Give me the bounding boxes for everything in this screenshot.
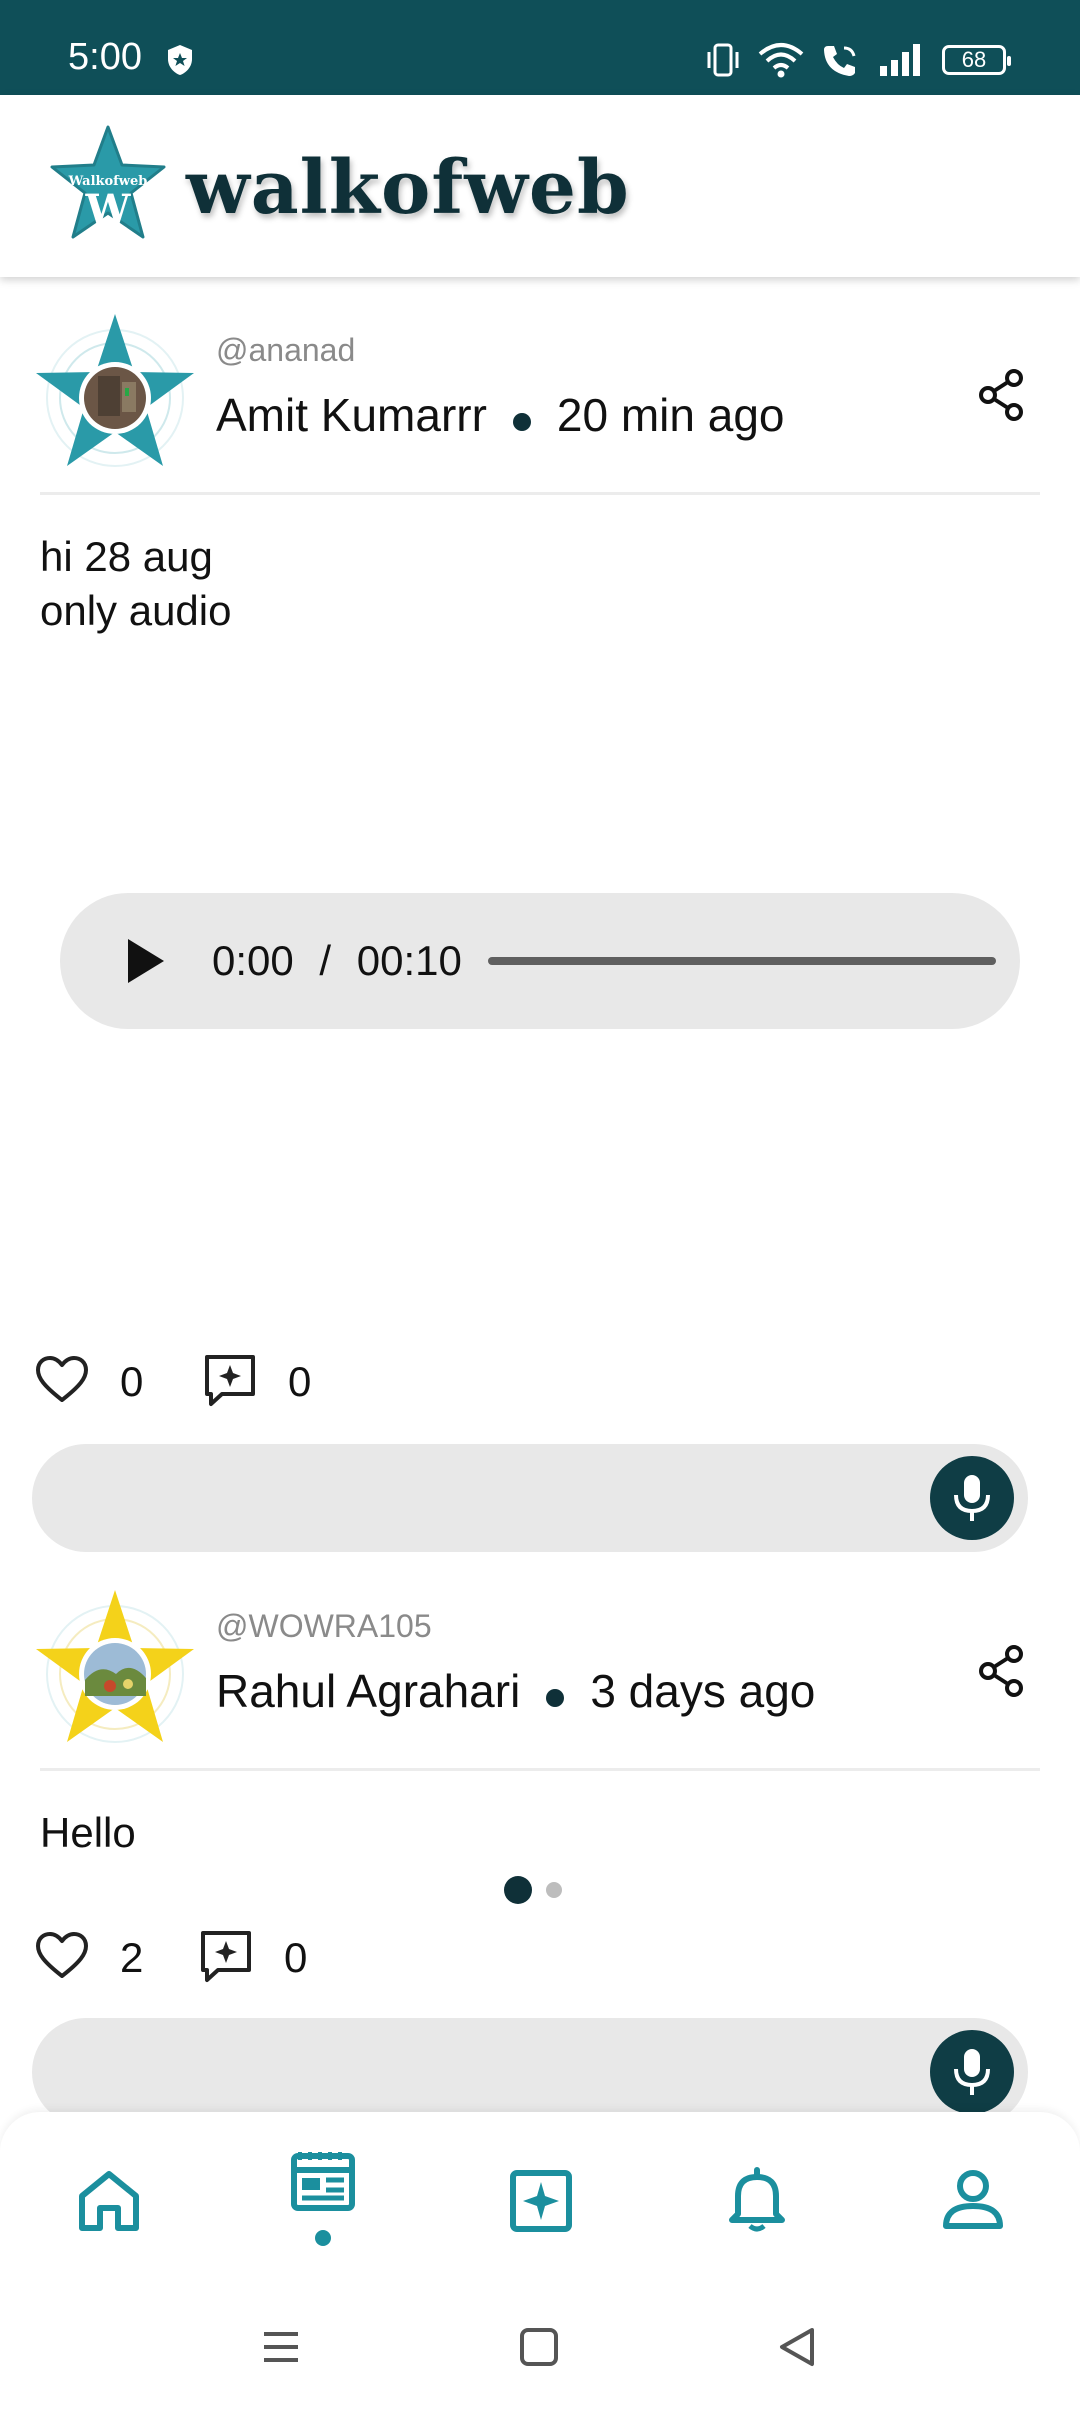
battery-icon: 68: [942, 45, 1011, 75]
home-icon[interactable]: [74, 2166, 144, 2236]
comment-input[interactable]: [32, 2018, 1028, 2126]
comment-input[interactable]: [32, 1444, 1028, 1552]
wifi-call-icon: [824, 46, 856, 76]
active-tab-indicator: [315, 2230, 331, 2246]
carousel-dot[interactable]: [546, 1882, 562, 1898]
shield-icon: [168, 45, 192, 75]
menu-icon[interactable]: [256, 2322, 306, 2372]
audio-progress-bar[interactable]: [488, 957, 996, 965]
post-text-line: Hello: [40, 1809, 136, 1856]
avatar-star[interactable]: [30, 310, 200, 475]
post-author-name[interactable]: Amit Kumarrr: [216, 388, 487, 442]
home-square-icon[interactable]: [514, 2322, 564, 2372]
battery-level: 68: [961, 47, 987, 72]
system-navigation-bar: [0, 2292, 1080, 2412]
comment-icon[interactable]: [198, 1928, 254, 1984]
audio-current-time: 0:00: [212, 937, 294, 984]
audio-separator: /: [319, 937, 332, 984]
post-handle[interactable]: @WOWRA105: [216, 1608, 432, 1645]
signal-icon: [880, 44, 920, 76]
status-time: 5:00: [68, 36, 142, 78]
play-icon[interactable]: [120, 933, 180, 989]
mic-button[interactable]: [930, 2030, 1014, 2114]
post-time: 3 days ago: [590, 1665, 816, 1717]
separator-dot: [546, 1689, 565, 1707]
avatar-star[interactable]: [30, 1586, 200, 1751]
comment-icon[interactable]: [202, 1352, 258, 1408]
app-title: walkofweb: [186, 145, 630, 231]
mic-icon: [954, 1475, 990, 1521]
back-icon[interactable]: [772, 2322, 822, 2372]
divider: [40, 492, 1040, 495]
heart-icon[interactable]: [34, 1352, 90, 1408]
profile-icon[interactable]: [938, 2164, 1008, 2234]
vibrate-icon: [707, 43, 739, 77]
post-time: 20 min ago: [556, 389, 785, 441]
post-author-name[interactable]: Rahul Agrahari: [216, 1664, 520, 1718]
sparkle-post-icon[interactable]: [506, 2166, 576, 2236]
divider: [40, 1768, 1040, 1771]
like-count: 0: [120, 1358, 144, 1405]
feed-icon[interactable]: [288, 2146, 358, 2216]
wifi-icon: [758, 43, 804, 78]
post-text-line: hi 28 aug: [40, 533, 213, 580]
like-count: 2: [120, 1934, 144, 1981]
mic-icon: [954, 2049, 990, 2095]
share-icon[interactable]: [976, 368, 1026, 422]
mic-button[interactable]: [930, 1456, 1014, 1540]
share-icon[interactable]: [976, 1644, 1026, 1698]
post-handle[interactable]: @ananad: [216, 332, 355, 369]
logo-star-icon[interactable]: Walkofweb W: [48, 125, 168, 240]
app-header: Walkofweb W walkofweb: [0, 95, 1080, 277]
comment-count: 0: [288, 1358, 312, 1405]
audio-duration: 00:10: [356, 937, 462, 984]
post-actions: 2 0: [34, 1928, 434, 1988]
carousel-indicator[interactable]: [504, 1876, 562, 1904]
post-actions: 0 0: [34, 1352, 434, 1412]
audio-player: 0:00 / 00:10: [60, 893, 1020, 1029]
bottom-navigation: [0, 2112, 1080, 2292]
bell-icon[interactable]: [722, 2164, 792, 2234]
heart-icon[interactable]: [34, 1928, 90, 1984]
separator-dot: [512, 413, 531, 431]
post-text-line: only audio: [40, 587, 232, 634]
svg-text:W: W: [85, 186, 132, 233]
status-bar: 5:00 68: [0, 0, 1080, 95]
comment-count: 0: [284, 1934, 308, 1981]
carousel-dot-active[interactable]: [504, 1876, 532, 1904]
